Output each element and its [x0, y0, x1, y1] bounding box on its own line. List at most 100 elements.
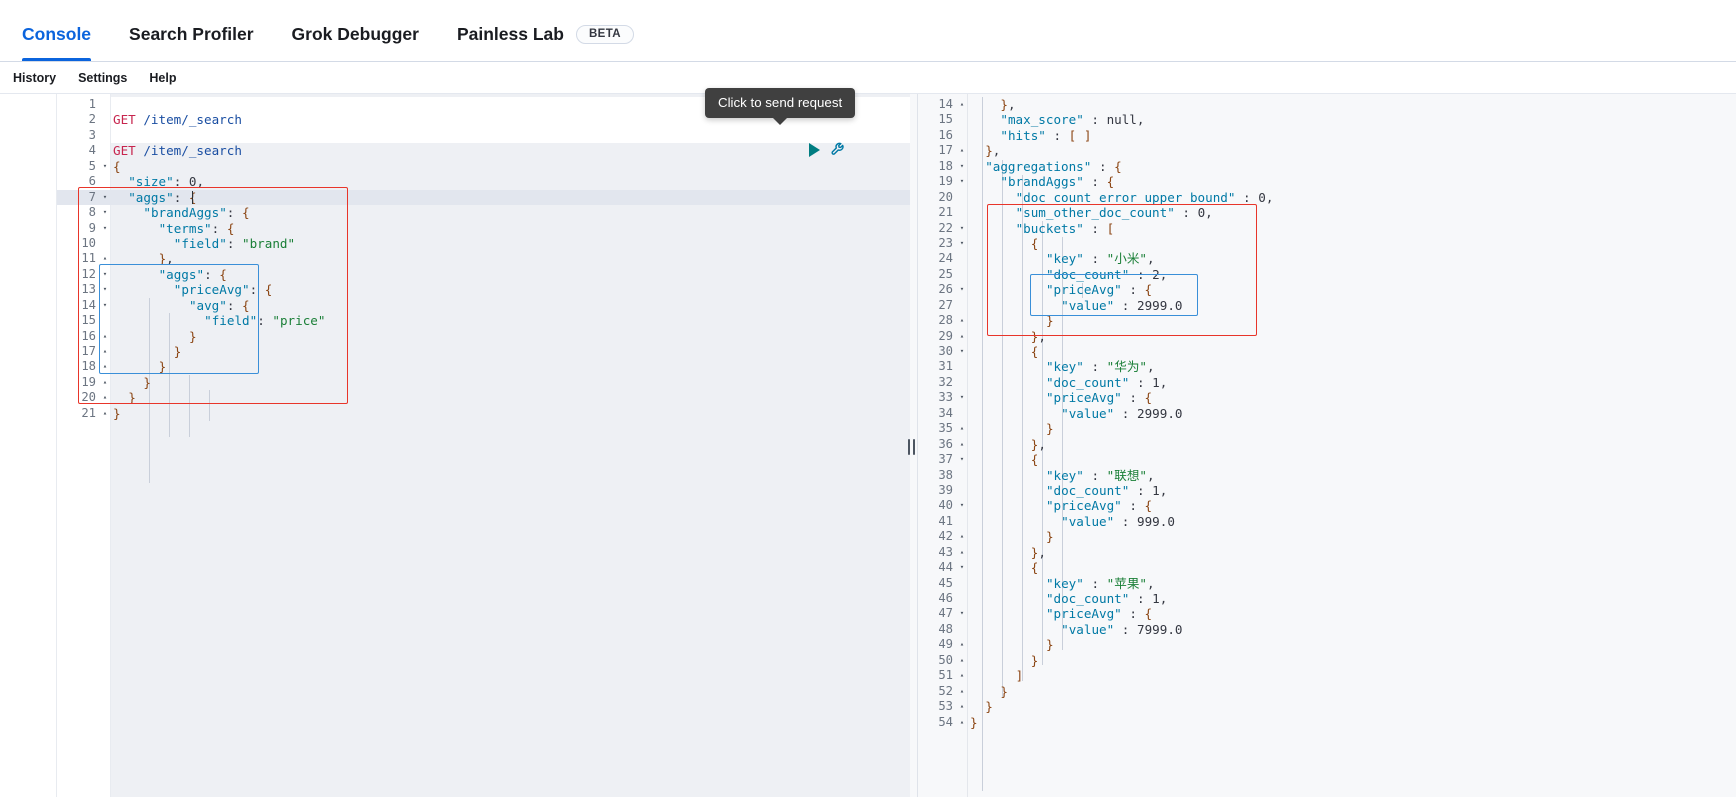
code-line: 21 "sum_other_doc_count" : 0, [910, 205, 1736, 220]
response-code[interactable]: 14 ▴ }, 15 "max_score" : null, 16 "hits" : … [910, 94, 1736, 730]
resize-handle-icon[interactable] [908, 439, 915, 455]
fold-toggle[interactable]: ▴ [956, 529, 968, 544]
code-line-text: "doc_count" : 1, [1045, 482, 1168, 498]
code-line: 53 ▴ } [910, 699, 1736, 714]
code-line-text: "priceAvg" : { [1045, 282, 1153, 298]
fold-toggle[interactable]: ▾ [956, 159, 968, 174]
pane-divider [917, 94, 918, 797]
code-line-text: }, [1000, 97, 1016, 112]
fold-toggle[interactable]: ▴ [99, 406, 111, 421]
console-main: 1 2 GET /item/_search 3 4 GET /item/_search 5 ▾… [0, 94, 1736, 797]
code-line: 51 ▴ ] [910, 668, 1736, 683]
code-line-text: }, [1030, 328, 1046, 344]
code-line-text: } [158, 359, 167, 375]
code-line-text: "key" : "小米", [1045, 251, 1155, 267]
code-line-text: } [1000, 683, 1008, 699]
fold-toggle[interactable]: ▾ [99, 282, 111, 297]
code-line-text: "priceAvg" : { [1045, 606, 1153, 622]
play-icon[interactable] [809, 143, 820, 157]
fold-toggle[interactable]: ▴ [99, 390, 111, 405]
tab-painless-lab[interactable]: Painless Lab BETA [457, 24, 634, 61]
fold-toggle[interactable]: ▾ [99, 221, 111, 236]
code-line-text: } [970, 714, 978, 730]
line-number: 12 [81, 266, 96, 281]
tab-console[interactable]: Console [22, 24, 92, 61]
fold-toggle[interactable]: ▴ [956, 97, 968, 112]
code-line-text: } [143, 374, 151, 390]
fold-toggle[interactable]: ▴ [956, 437, 968, 452]
fold-toggle[interactable]: ▾ [956, 560, 968, 575]
code-line: 47 ▾ "priceAvg" : { [910, 606, 1736, 621]
fold-toggle[interactable]: ▴ [956, 699, 968, 714]
fold-toggle[interactable]: ▴ [99, 251, 111, 266]
menu-item-history[interactable]: History [13, 71, 56, 85]
fold-toggle[interactable]: ▴ [956, 653, 968, 668]
fold-toggle[interactable]: ▾ [956, 344, 968, 359]
response-pane[interactable]: 14 ▴ }, 15 "max_score" : null, 16 "hits" : … [910, 94, 1736, 797]
fold-toggle[interactable]: ▴ [99, 375, 111, 390]
code-line-text: "value" : 2999.0 [1061, 405, 1183, 421]
code-line-text: }, [158, 251, 174, 267]
code-line: 27 "value" : 2999.0 [910, 298, 1736, 313]
menu-item-settings[interactable]: Settings [78, 71, 127, 85]
code-line: 10 "field": "brand" [57, 236, 910, 251]
fold-toggle[interactable]: ▴ [956, 545, 968, 560]
fold-toggle[interactable]: ▾ [99, 298, 111, 313]
fold-toggle[interactable]: ▴ [99, 344, 111, 359]
fold-toggle[interactable]: ▾ [956, 606, 968, 621]
line-number: 9 [88, 220, 96, 235]
fold-toggle[interactable]: ▾ [99, 267, 111, 282]
fold-toggle[interactable]: ▴ [956, 637, 968, 652]
code-line: 14 ▴ }, [910, 97, 1736, 112]
line-number: 4 [88, 143, 96, 158]
fold-toggle[interactable]: ▴ [99, 329, 111, 344]
fold-toggle[interactable]: ▴ [956, 715, 968, 730]
wrench-icon[interactable] [830, 141, 848, 159]
code-line: 19 ▾ "brandAggs" : { [910, 174, 1736, 189]
fold-toggle[interactable]: ▴ [956, 684, 968, 699]
line-number: 6 [88, 174, 96, 189]
code-line: 6 "size": 0, [57, 174, 910, 189]
fold-toggle[interactable]: ▾ [956, 174, 968, 189]
tab-painless-lab-label: Painless Lab [456, 24, 564, 44]
fold-toggle[interactable]: ▾ [956, 498, 968, 513]
tab-search-profiler-label: Search Profiler [129, 24, 254, 44]
line-number: 3 [88, 127, 96, 142]
code-line-text: "value" : 999.0 [1061, 513, 1175, 529]
menu-item-help[interactable]: Help [149, 71, 176, 85]
editor-action-icons[interactable] [809, 141, 848, 159]
fold-toggle[interactable]: ▾ [99, 159, 111, 174]
fold-toggle[interactable]: ▴ [956, 421, 968, 436]
code-line-text: } [1045, 313, 1054, 329]
code-line-text: "field": "brand" [173, 235, 296, 251]
code-line: 18 ▴ } [57, 359, 910, 374]
fold-toggle[interactable]: ▴ [956, 143, 968, 158]
fold-toggle[interactable]: ▴ [99, 359, 111, 374]
code-line-text: "value" : 7999.0 [1061, 621, 1183, 637]
fold-toggle[interactable]: ▾ [956, 390, 968, 405]
tab-grok-debugger-label: Grok Debugger [291, 24, 419, 44]
request-editor-pane[interactable]: 1 2 GET /item/_search 3 4 GET /item/_search 5 ▾… [57, 94, 910, 797]
code-line-text: "terms": { [158, 220, 235, 236]
fold-toggle[interactable]: ▴ [956, 329, 968, 344]
editor-code[interactable]: 1 2 GET /item/_search 3 4 GET /item/_search 5 ▾… [57, 94, 910, 421]
code-line: 15 "max_score" : null, [910, 112, 1736, 127]
tab-grok-debugger[interactable]: Grok Debugger [292, 24, 419, 61]
fold-toggle[interactable]: ▾ [99, 205, 111, 220]
code-line: 23 ▾ { [910, 236, 1736, 251]
code-line-text: "key" : "苹果", [1045, 575, 1155, 591]
code-line: 52 ▴ } [910, 684, 1736, 699]
line-number: 19 [81, 374, 96, 389]
fold-toggle[interactable]: ▾ [956, 452, 968, 467]
code-line: 44 ▾ { [910, 560, 1736, 575]
tab-search-profiler[interactable]: Search Profiler [129, 24, 254, 61]
code-line: 32 "doc_count" : 1, [910, 375, 1736, 390]
fold-toggle[interactable]: ▾ [99, 190, 111, 205]
line-number: 1 [88, 97, 96, 111]
fold-toggle[interactable]: ▾ [956, 236, 968, 251]
fold-toggle[interactable]: ▾ [956, 282, 968, 297]
fold-toggle[interactable]: ▴ [956, 313, 968, 328]
fold-toggle[interactable]: ▾ [956, 221, 968, 236]
fold-toggle[interactable]: ▴ [956, 668, 968, 683]
code-line-text: }, [985, 143, 1001, 159]
